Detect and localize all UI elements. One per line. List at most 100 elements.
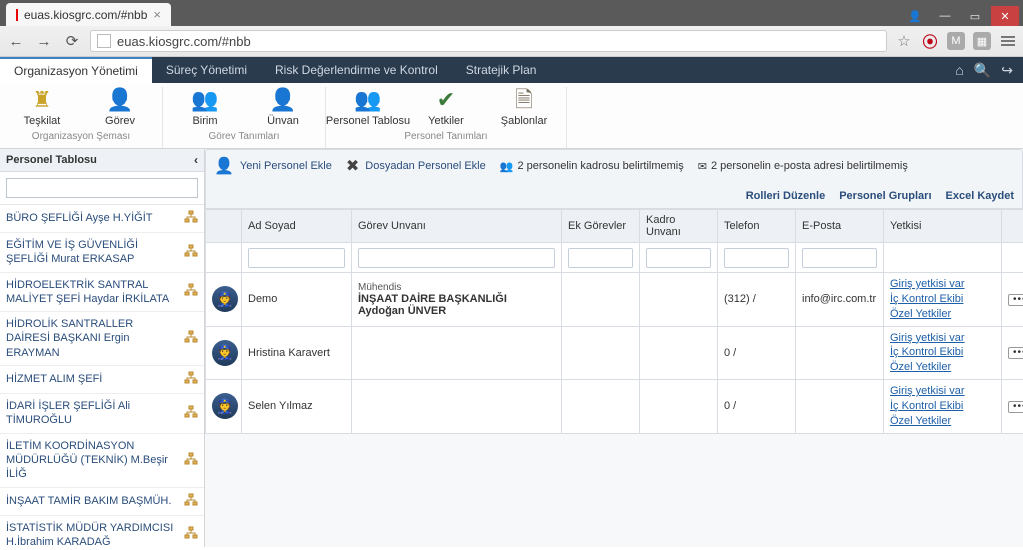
- window-minimize-button[interactable]: —: [931, 6, 959, 26]
- nav-tab-3[interactable]: Stratejik Plan: [452, 57, 551, 83]
- table-row[interactable]: 👮DemoMühendisİNŞAAT DAİRE BAŞKANLIĞI Ayd…: [206, 273, 1023, 327]
- sidebar-item[interactable]: İLETİM KOORDİNASYON MÜDÜRLÜĞÜ (TEKNİK) M…: [0, 434, 204, 488]
- permission-link[interactable]: İç Kontrol Ekibi: [890, 292, 995, 307]
- home-icon[interactable]: ⌂: [955, 62, 963, 79]
- nav-tab-2[interactable]: Risk Değerlendirme ve Kontrol: [261, 57, 452, 83]
- permission-link[interactable]: Özel Yetkiler: [890, 414, 995, 429]
- org-chart-icon[interactable]: [184, 283, 198, 300]
- password-icon[interactable]: •••: [1008, 401, 1023, 413]
- sidebar-item[interactable]: EĞİTİM VE İŞ GÜVENLİĞİ ŞEFLİĞİ Murat ERK…: [0, 233, 204, 273]
- filter-tel-input[interactable]: [724, 248, 789, 268]
- sidebar-item[interactable]: HİDROELEKTRİK SANTRAL MALİYET ŞEFİ Hayda…: [0, 273, 204, 313]
- cell-name: Selen Yılmaz: [242, 380, 352, 434]
- extension-m-icon[interactable]: M: [947, 32, 965, 50]
- table-row[interactable]: 👮Selen Yılmaz0 /Giriş yetkisi varİç Kont…: [206, 380, 1023, 434]
- sidebar-item[interactable]: HİDROLİK SANTRALLER DAİRESİ BAŞKANI Ergi…: [0, 312, 204, 366]
- filter-eposta-input[interactable]: [802, 248, 877, 268]
- password-icon[interactable]: •••: [1008, 294, 1023, 306]
- sidebar-item[interactable]: HİZMET ALIM ŞEFİ: [0, 366, 204, 394]
- filter-ek-input[interactable]: [568, 248, 633, 268]
- ribbon-group-0: ♜Teşkilat 👤GörevOrganizasyon Şeması: [0, 87, 163, 148]
- star-icon[interactable]: ☆: [895, 32, 913, 50]
- org-chart-icon[interactable]: [184, 371, 198, 388]
- cell-yetki: Giriş yetkisi varİç Kontrol EkibiÖzel Ye…: [884, 326, 1002, 380]
- personnel-groups-button[interactable]: Personel Grupları: [839, 190, 931, 202]
- ribbon-item-ünvan[interactable]: 👤Ünvan: [253, 89, 313, 127]
- ribbon-item-birim[interactable]: 👥Birim: [175, 89, 235, 127]
- col-ek-header[interactable]: Ek Görevler: [562, 210, 640, 243]
- org-chart-icon[interactable]: [184, 330, 198, 347]
- menu-icon[interactable]: [999, 32, 1017, 50]
- col-eposta-header[interactable]: E-Posta: [796, 210, 884, 243]
- sidebar-item[interactable]: İDARİ İŞLER ŞEFLİĞİ Ali TİMUROĞLU: [0, 394, 204, 434]
- edit-roles-button[interactable]: Rolleri Düzenle: [746, 190, 825, 202]
- permission-link[interactable]: İç Kontrol Ekibi: [890, 345, 995, 360]
- share-icon[interactable]: ↪: [1001, 62, 1013, 79]
- url-text: euas.kiosgrc.com/#nbb: [117, 34, 251, 49]
- sidebar-title: Personel Tablosu: [6, 154, 97, 166]
- nav-tab-1[interactable]: Süreç Yönetimi: [152, 57, 261, 83]
- sidebar-search-input[interactable]: [6, 178, 198, 198]
- ribbon-item-görev[interactable]: 👤Görev: [90, 89, 150, 127]
- mail-icon: ✉: [698, 160, 707, 173]
- reload-button[interactable]: ⟳: [62, 31, 82, 51]
- filter-name-input[interactable]: [248, 248, 345, 268]
- excel-export-button[interactable]: Excel Kaydet: [946, 190, 1014, 202]
- search-icon[interactable]: 🔍: [974, 62, 991, 79]
- permission-link[interactable]: Giriş yetkisi var: [890, 331, 995, 346]
- sidebar-item[interactable]: BÜRO ŞEFLİĞİ Ayşe H.YİĞİT: [0, 205, 204, 233]
- org-chart-icon[interactable]: [184, 210, 198, 227]
- org-chart-icon[interactable]: [184, 493, 198, 510]
- window-close-button[interactable]: ✕: [991, 6, 1019, 26]
- status-email[interactable]: ✉ 2 personelin e-posta adresi belirtilme…: [698, 160, 908, 173]
- permission-link[interactable]: Özel Yetkiler: [890, 360, 995, 375]
- org-chart-icon[interactable]: [184, 405, 198, 422]
- back-button[interactable]: ←: [6, 31, 26, 51]
- ribbon-group-title: Organizasyon Şeması: [12, 127, 150, 146]
- col-gorev-header[interactable]: Görev Unvanı: [352, 210, 562, 243]
- permission-link[interactable]: Giriş yetkisi var: [890, 277, 995, 292]
- add-personnel-button[interactable]: 👤 Yeni Personel Ekle: [214, 156, 332, 176]
- add-personnel-label: Yeni Personel Ekle: [240, 160, 332, 172]
- extension-grid-icon[interactable]: ▦: [973, 32, 991, 50]
- col-tel-header[interactable]: Telefon: [718, 210, 796, 243]
- browser-tab[interactable]: euas.kiosgrc.com/#nbb ×: [6, 3, 171, 26]
- sidebar-collapse-icon[interactable]: ‹: [194, 153, 198, 167]
- org-chart-icon[interactable]: [184, 452, 198, 469]
- col-kadro-header[interactable]: Kadro Unvanı: [640, 210, 718, 243]
- ribbon-item-personel tablosu[interactable]: 👥Personel Tablosu: [338, 89, 398, 127]
- status-kadro[interactable]: 👥 2 personelin kadrosu belirtilmemiş: [500, 160, 684, 173]
- import-personnel-button[interactable]: ✖ Dosyadan Personel Ekle: [346, 156, 486, 176]
- tab-close-icon[interactable]: ×: [153, 7, 161, 22]
- permission-link[interactable]: Özel Yetkiler: [890, 307, 995, 322]
- browser-tabs-row: euas.kiosgrc.com/#nbb × 👤 — ▭ ✕: [0, 0, 1023, 26]
- ico-birim-icon: 👥: [191, 89, 218, 111]
- user-icon[interactable]: 👤: [901, 6, 929, 26]
- window-maximize-button[interactable]: ▭: [961, 6, 989, 26]
- ribbon-label: Görev: [105, 115, 135, 127]
- col-yetki-header[interactable]: Yetkisi: [884, 210, 1002, 243]
- sidebar-item[interactable]: İNŞAAT TAMİR BAKIM BAŞMÜH.: [0, 488, 204, 516]
- excel-export-label: Excel Kaydet: [946, 190, 1014, 202]
- ribbon-item-şablonlar[interactable]: 🗎Şablonlar: [494, 89, 554, 127]
- ribbon-item-yetkiler[interactable]: ✔Yetkiler: [416, 89, 476, 127]
- ribbon-item-teşkilat[interactable]: ♜Teşkilat: [12, 89, 72, 127]
- forward-button[interactable]: →: [34, 31, 54, 51]
- password-icon[interactable]: •••: [1008, 347, 1023, 359]
- ico-teskilat-icon: ♜: [32, 89, 52, 111]
- nav-tab-0[interactable]: Organizasyon Yönetimi: [0, 57, 152, 83]
- table-row[interactable]: 👮Hristina Karavert0 /Giriş yetkisi varİç…: [206, 326, 1023, 380]
- org-chart-icon[interactable]: [184, 526, 198, 543]
- address-bar[interactable]: euas.kiosgrc.com/#nbb: [90, 30, 887, 52]
- avatar-icon: 👮: [212, 286, 238, 312]
- import-icon: ✖: [346, 156, 359, 176]
- org-chart-icon[interactable]: [184, 244, 198, 261]
- pinterest-icon[interactable]: ⦿: [921, 32, 939, 50]
- filter-kadro-input[interactable]: [646, 248, 711, 268]
- sidebar-item-label: İDARİ İŞLER ŞEFLİĞİ Ali TİMUROĞLU: [6, 399, 184, 428]
- sidebar-item[interactable]: İSTATİSTİK MÜDÜR YARDIMCISI H.İbrahim KA…: [0, 516, 204, 547]
- col-name-header[interactable]: Ad Soyad: [242, 210, 352, 243]
- permission-link[interactable]: Giriş yetkisi var: [890, 384, 995, 399]
- permission-link[interactable]: İç Kontrol Ekibi: [890, 399, 995, 414]
- filter-gorev-input[interactable]: [358, 248, 555, 268]
